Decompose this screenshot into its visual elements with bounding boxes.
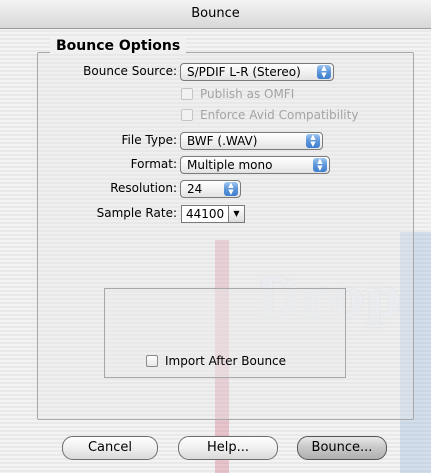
format-label: Format: bbox=[130, 157, 177, 171]
window-title: Bounce bbox=[0, 0, 431, 29]
bounce-source-value: S/PDIF L-R (Stereo) bbox=[187, 65, 301, 79]
publish-omfi-checkbox[interactable] bbox=[181, 88, 193, 100]
enforce-avid-label: Enforce Avid Compatibility bbox=[200, 108, 359, 122]
chevron-down-icon[interactable]: ▼ bbox=[228, 206, 244, 222]
enforce-avid-checkbox[interactable] bbox=[181, 109, 193, 121]
up-down-arrows-icon: ▲ ▼ bbox=[224, 182, 238, 196]
up-down-arrows-icon: ▲ ▼ bbox=[317, 65, 331, 79]
bounce-source-label: Bounce Source: bbox=[83, 64, 177, 78]
file-type-value: BWF (.WAV) bbox=[187, 134, 258, 148]
bounce-options-title: Bounce Options bbox=[50, 38, 187, 54]
sample-rate-label: Sample Rate: bbox=[96, 206, 177, 220]
resolution-label: Resolution: bbox=[110, 181, 177, 195]
bounce-dialog: Drop Bounce Bounce Options Bounce Source… bbox=[0, 0, 431, 473]
import-after-bounce-checkbox[interactable] bbox=[146, 355, 158, 367]
sample-rate-value: 44100 bbox=[186, 207, 225, 221]
cancel-button[interactable]: Cancel bbox=[62, 436, 158, 460]
import-after-bounce-label: Import After Bounce bbox=[165, 354, 287, 368]
file-type-label: File Type: bbox=[121, 133, 178, 147]
format-value: Multiple mono bbox=[187, 158, 273, 172]
up-down-arrows-icon: ▲ ▼ bbox=[313, 158, 327, 172]
file-type-popup[interactable]: BWF (.WAV) ▲ ▼ bbox=[180, 132, 323, 150]
sample-rate-combo[interactable]: 44100 ▼ bbox=[181, 205, 245, 223]
up-down-arrows-icon: ▲ ▼ bbox=[306, 134, 320, 148]
format-popup[interactable]: Multiple mono ▲ ▼ bbox=[180, 156, 330, 174]
publish-omfi-label: Publish as OMFI bbox=[200, 87, 295, 101]
resolution-value: 24 bbox=[187, 182, 203, 196]
help-button[interactable]: Help... bbox=[178, 436, 278, 460]
resolution-popup[interactable]: 24 ▲ ▼ bbox=[180, 180, 241, 198]
bounce-button[interactable]: Bounce... bbox=[297, 436, 387, 460]
bounce-source-popup[interactable]: S/PDIF L-R (Stereo) ▲ ▼ bbox=[180, 63, 334, 81]
